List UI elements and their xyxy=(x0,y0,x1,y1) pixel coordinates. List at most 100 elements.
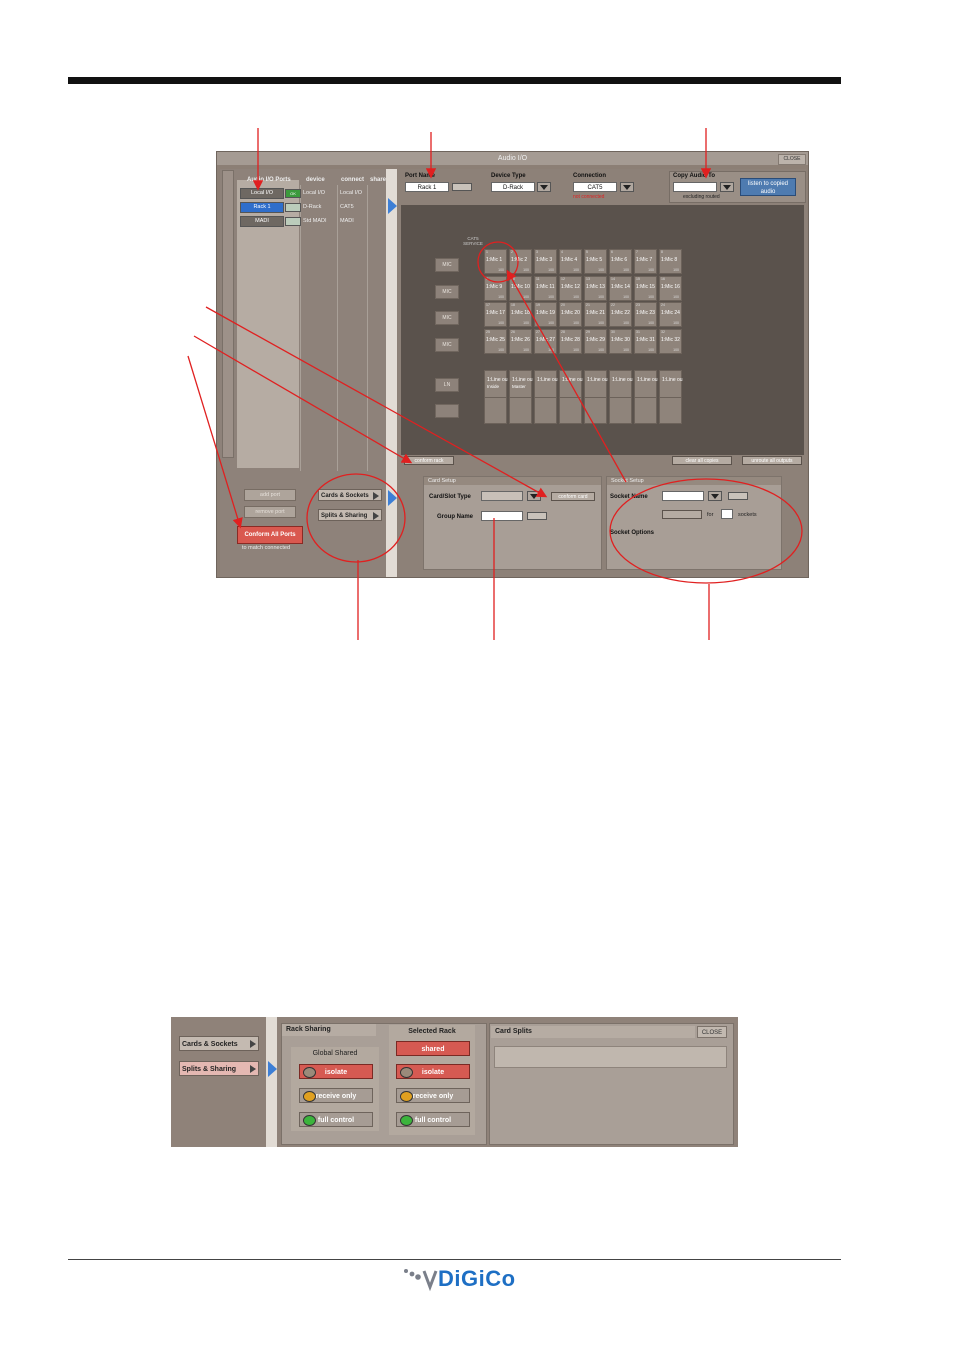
splits-sharing-button[interactable]: Splits & Sharing xyxy=(318,509,382,521)
port-local-io[interactable]: Local I/O xyxy=(240,188,284,199)
socket-name: 1:Mic 27 xyxy=(536,337,555,343)
socket-cell[interactable]: 6 1:Mic 6 100 xyxy=(609,249,632,274)
rack-full-control-button[interactable]: full control xyxy=(396,1112,470,1127)
rack-receive-only-button[interactable]: receive only xyxy=(396,1088,470,1103)
socket-name: 1:Mic 31 xyxy=(636,337,655,343)
socket-name-field[interactable] xyxy=(662,491,704,501)
conform-card-button[interactable]: conform card xyxy=(551,492,595,501)
socket-cell[interactable]: 17 1:Mic 17 100 xyxy=(484,302,507,327)
socket-cell[interactable]: 4 1:Mic 4 100 xyxy=(559,249,582,274)
socket-cell[interactable]: 5 1:Mic 5 100 xyxy=(584,249,607,274)
card-splits-list xyxy=(494,1046,727,1068)
socket-cell[interactable]: 30 1:Mic 30 100 xyxy=(609,329,632,354)
socket-cell[interactable]: 22 1:Mic 22 100 xyxy=(609,302,632,327)
socket-cell[interactable]: 25 1:Mic 25 100 xyxy=(484,329,507,354)
socket-cell[interactable]: 21 1:Mic 21 100 xyxy=(584,302,607,327)
global-isolate-button[interactable]: isolate xyxy=(299,1064,373,1079)
port-rack-1[interactable]: Rack 1 xyxy=(240,202,284,213)
socket-name: 1:Mic 20 xyxy=(561,310,580,316)
remove-port-button[interactable]: remove port xyxy=(244,506,296,518)
splits-sharing-button[interactable]: Splits & Sharing xyxy=(179,1061,259,1076)
chevron-down-icon[interactable] xyxy=(708,491,722,501)
ports-scrollbar[interactable] xyxy=(222,170,234,458)
shared-button[interactable]: shared xyxy=(396,1041,470,1056)
line-socket-cell[interactable]: 1:Line ou Master xyxy=(509,370,533,424)
line-socket-cell[interactable]: 1:Line ou xyxy=(659,370,683,424)
socket-cell[interactable]: 14 1:Mic 14 100 xyxy=(609,276,632,301)
socket-name: 1:Mic 24 xyxy=(661,310,680,316)
socket-cell[interactable]: 9 1:Mic 9 100 xyxy=(484,276,507,301)
chevron-down-icon[interactable] xyxy=(620,182,634,192)
socket-cell[interactable]: 26 1:Mic 26 100 xyxy=(509,329,532,354)
conform-all-ports-button[interactable]: Conform All Ports xyxy=(237,526,303,544)
socket-cell[interactable]: 15 1:Mic 15 100 xyxy=(634,276,657,301)
socket-cell[interactable]: 8 1:Mic 8 100 xyxy=(659,249,682,274)
socket-cell[interactable]: 19 1:Mic 19 100 xyxy=(534,302,557,327)
port-madi[interactable]: MADI xyxy=(240,216,284,227)
line-socket-cell[interactable]: 1:Line ou xyxy=(609,370,633,424)
line-socket-cell[interactable]: 1:Line ou xyxy=(634,370,658,424)
global-full-control-button[interactable]: full control xyxy=(299,1112,373,1127)
cards-sockets-button[interactable]: Cards & Sockets xyxy=(179,1036,259,1051)
card-slot-type-select[interactable] xyxy=(481,491,523,501)
socket-cell[interactable]: 3 1:Mic 3 100 xyxy=(534,249,557,274)
line-socket-cell[interactable]: 1:Line ou Inside xyxy=(484,370,508,424)
led-icon xyxy=(303,1115,316,1126)
socket-cell[interactable]: 16 1:Mic 16 100 xyxy=(659,276,682,301)
socket-level: 100 xyxy=(523,268,529,272)
row-label-line: LN xyxy=(435,378,459,392)
socket-cell[interactable]: 13 1:Mic 13 100 xyxy=(584,276,607,301)
keyboard-icon[interactable] xyxy=(728,492,748,500)
socket-cell[interactable]: 27 1:Mic 27 100 xyxy=(534,329,557,354)
connection-select[interactable]: CAT5 xyxy=(573,182,617,192)
socket-cell[interactable]: 7 1:Mic 7 100 xyxy=(634,249,657,274)
socket-cell[interactable]: 31 1:Mic 31 100 xyxy=(634,329,657,354)
line-socket-cell[interactable]: 1:Line ou xyxy=(584,370,608,424)
socket-count-field[interactable] xyxy=(721,509,733,519)
socket-cell[interactable]: 1 1:Mic 1 100 xyxy=(484,249,507,274)
listen-copied-audio-button[interactable]: listen to copied audio xyxy=(740,178,796,196)
socket-number: 30 xyxy=(611,330,615,334)
clear-all-copies-button[interactable]: clear all copies xyxy=(672,456,732,465)
keyboard-icon[interactable] xyxy=(452,183,472,191)
cards-sockets-button[interactable]: Cards & Sockets xyxy=(318,489,382,501)
splits-sharing-window: Cards & Sockets Splits & Sharing Rack Sh… xyxy=(171,1017,738,1147)
line-socket-cell[interactable]: 1:Line ou xyxy=(559,370,583,424)
group-name-field[interactable] xyxy=(481,511,523,521)
rack-isolate-button[interactable]: isolate xyxy=(396,1064,470,1079)
device-type-select[interactable]: D-Rack xyxy=(491,182,535,192)
window-title: Audio I/O xyxy=(217,152,808,165)
add-port-button[interactable]: add port xyxy=(244,489,296,501)
chevron-down-icon[interactable] xyxy=(720,182,734,192)
blue-arrow-icon xyxy=(388,198,397,214)
socket-number: 12 xyxy=(561,277,565,281)
global-receive-only-button[interactable]: receive only xyxy=(299,1088,373,1103)
socket-cell[interactable]: 32 1:Mic 32 100 xyxy=(659,329,682,354)
row-label-empty xyxy=(435,404,459,418)
close-button[interactable]: CLOSE xyxy=(697,1026,727,1038)
unroute-all-outputs-button[interactable]: unroute all outputs xyxy=(742,456,802,465)
socket-cell[interactable]: 29 1:Mic 29 100 xyxy=(584,329,607,354)
rename-sockets-button[interactable] xyxy=(662,510,702,519)
keyboard-icon[interactable] xyxy=(527,512,547,520)
close-button[interactable]: CLOSE xyxy=(778,154,806,165)
socket-level: 100 xyxy=(498,268,504,272)
socket-cell[interactable]: 10 1:Mic 10 100 xyxy=(509,276,532,301)
socket-cell[interactable]: 11 1:Mic 11 100 xyxy=(534,276,557,301)
socket-name: 1:Mic 3 xyxy=(536,257,553,263)
line-socket-cell[interactable]: 1:Line ou xyxy=(534,370,558,424)
copy-audio-select[interactable] xyxy=(673,182,717,192)
chevron-down-icon[interactable] xyxy=(537,182,551,192)
port-name-field[interactable]: Rack 1 xyxy=(405,182,449,192)
socket-cell[interactable]: 2 1:Mic 2 100 xyxy=(509,249,532,274)
socket-cell[interactable]: 28 1:Mic 28 100 xyxy=(559,329,582,354)
chevron-down-icon[interactable] xyxy=(527,491,541,501)
connection-status: not connected xyxy=(573,194,605,200)
socket-cell[interactable]: 12 1:Mic 12 100 xyxy=(559,276,582,301)
socket-cell[interactable]: 23 1:Mic 23 100 xyxy=(634,302,657,327)
socket-cell[interactable]: 24 1:Mic 24 100 xyxy=(659,302,682,327)
socket-cell[interactable]: 18 1:Mic 18 100 xyxy=(509,302,532,327)
conform-rack-button[interactable]: conform rack xyxy=(404,456,454,465)
socket-cell[interactable]: 20 1:Mic 20 100 xyxy=(559,302,582,327)
card-slot-type-label: Card/Slot Type xyxy=(429,494,471,500)
